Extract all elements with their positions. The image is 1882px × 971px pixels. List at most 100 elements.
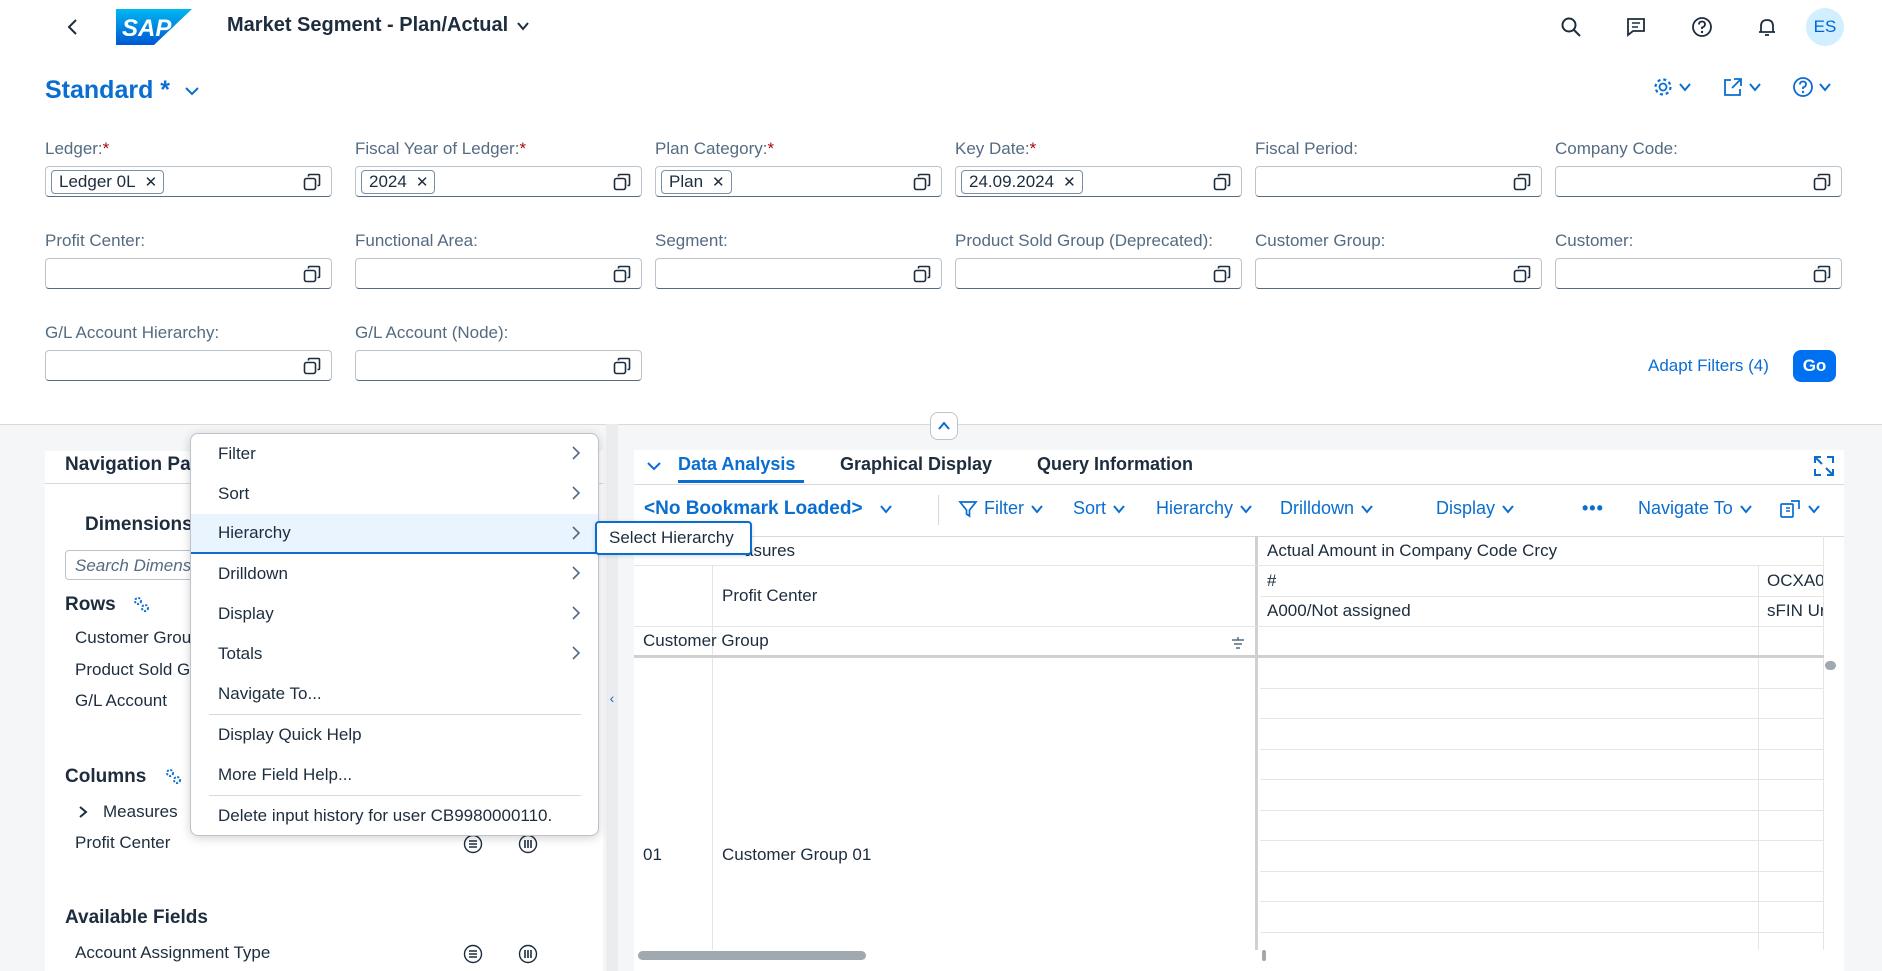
grid-line <box>634 626 1824 627</box>
sort-menu-button[interactable]: Sort <box>1073 498 1126 519</box>
chevron-down-icon[interactable] <box>646 458 662 474</box>
fiscal-period-field[interactable] <box>1255 166 1542 197</box>
plan-category-field[interactable]: Plan ✕ <box>655 166 942 197</box>
avatar[interactable]: ES <box>1806 8 1844 46</box>
row-item[interactable]: Product Sold G <box>75 660 190 680</box>
available-field-item[interactable]: Account Assignment Type <box>75 943 270 963</box>
fiscal-year-field[interactable]: 2024 ✕ <box>355 166 642 197</box>
vertical-scrollbar[interactable] <box>1825 661 1836 670</box>
gears-icon[interactable] <box>131 594 151 614</box>
adapt-filters-link[interactable]: Adapt Filters (4) <box>1648 356 1769 376</box>
value-help-icon[interactable] <box>1813 265 1831 283</box>
customer-group-header[interactable]: Customer Group <box>643 631 769 651</box>
menu-item-totals[interactable]: Totals <box>191 634 598 674</box>
column-header[interactable]: Actual Amount in Company Code Crcy <box>1267 541 1557 561</box>
gl-account-hierarchy-field[interactable] <box>45 350 332 381</box>
menu-item-filter[interactable]: Filter <box>191 434 598 474</box>
value-help-icon[interactable] <box>613 265 631 283</box>
menu-item-drilldown[interactable]: Drilldown <box>191 554 598 594</box>
segment-field[interactable] <box>655 258 942 289</box>
value-help-icon[interactable] <box>913 265 931 283</box>
tab-graphical-display[interactable]: Graphical Display <box>840 454 992 475</box>
key-date-label: Key Date:* <box>955 139 1037 158</box>
value-help-icon[interactable] <box>613 173 631 191</box>
fullscreen-icon[interactable] <box>1813 455 1835 477</box>
value-help-icon[interactable] <box>613 357 631 375</box>
row-item[interactable]: Customer Grou <box>75 628 191 648</box>
gl-account-node-field[interactable] <box>355 350 642 381</box>
product-sold-group-field[interactable] <box>955 258 1242 289</box>
value-help-icon[interactable] <box>1213 265 1231 283</box>
columns-icon[interactable] <box>518 944 538 964</box>
key-date-field[interactable]: 24.09.2024 ✕ <box>955 166 1242 197</box>
go-button[interactable]: Go <box>1793 350 1836 382</box>
token-remove-icon[interactable]: ✕ <box>712 173 725 191</box>
menu-item-display-quick-help[interactable]: Display Quick Help <box>191 715 598 755</box>
menu-item-delete-input-history[interactable]: Delete input history for user CB99800001… <box>191 796 598 836</box>
tab-data-analysis[interactable]: Data Analysis <box>678 454 795 475</box>
value-help-icon[interactable] <box>1813 173 1831 191</box>
menu-item-navigate-to[interactable]: Navigate To... <box>191 674 598 714</box>
horizontal-scrollbar[interactable] <box>638 951 866 960</box>
value-help-icon[interactable] <box>1513 265 1531 283</box>
company-code-field[interactable] <box>1555 166 1842 197</box>
panel-splitter[interactable]: ‹ <box>606 424 618 971</box>
value-help-icon[interactable] <box>303 265 321 283</box>
display-menu-button[interactable]: Display <box>1436 498 1515 519</box>
menu-item-more-field-help[interactable]: More Field Help... <box>191 755 598 795</box>
toolbar-separator <box>938 495 939 525</box>
chevron-right-icon[interactable] <box>77 805 89 819</box>
export-menu-button[interactable] <box>1779 498 1821 520</box>
column-item-measures[interactable]: Measures <box>103 802 178 822</box>
horizontal-scrollbar[interactable] <box>1262 950 1266 961</box>
dimension-search-input[interactable]: Search Dimens <box>65 550 205 580</box>
filter-menu-button[interactable]: Filter <box>958 498 1044 519</box>
menu-item-sort[interactable]: Sort <box>191 474 598 514</box>
sort-icon[interactable] <box>1230 636 1246 650</box>
grid-line <box>1758 565 1759 950</box>
token-remove-icon[interactable]: ✕ <box>145 173 158 191</box>
menu-item-hierarchy[interactable]: Hierarchy <box>191 514 598 554</box>
share-menu-button[interactable] <box>1722 76 1762 98</box>
bookmark-selector[interactable]: <No Bookmark Loaded> <box>644 498 893 520</box>
column-item-profit-center[interactable]: Profit Center <box>75 833 170 853</box>
ledger-field[interactable]: Ledger 0L ✕ <box>45 166 332 197</box>
dimensions-tab[interactable]: Dimensions <box>85 514 193 536</box>
back-button[interactable] <box>55 9 91 45</box>
token-remove-icon[interactable]: ✕ <box>1063 173 1076 191</box>
profit-center-field[interactable] <box>45 258 332 289</box>
feedback-button[interactable] <box>1618 9 1654 45</box>
customer-field[interactable] <box>1555 258 1842 289</box>
value-help-icon[interactable] <box>303 173 321 191</box>
available-fields-label: Available Fields <box>65 907 208 928</box>
collapse-header-button[interactable] <box>930 412 958 440</box>
profit-center-header[interactable]: Profit Center <box>722 586 817 606</box>
more-button[interactable]: ••• <box>1582 498 1604 519</box>
token-remove-icon[interactable]: ✕ <box>416 173 429 191</box>
row-item[interactable]: G/L Account <box>75 691 167 711</box>
list-icon[interactable] <box>463 944 483 964</box>
search-button[interactable] <box>1553 9 1589 45</box>
columns-icon[interactable] <box>518 834 538 854</box>
menu-item-display[interactable]: Display <box>191 594 598 634</box>
value-help-icon[interactable] <box>913 173 931 191</box>
navigate-to-menu-button[interactable]: Navigate To <box>1638 498 1753 519</box>
tab-query-information[interactable]: Query Information <box>1037 454 1193 475</box>
gears-icon[interactable] <box>163 766 183 786</box>
variant-selector[interactable]: Standard * <box>45 76 200 105</box>
grid-line <box>1260 840 1824 841</box>
submenu-item-select-hierarchy[interactable]: Select Hierarchy <box>595 521 752 555</box>
hierarchy-menu-button[interactable]: Hierarchy <box>1156 498 1253 519</box>
value-help-icon[interactable] <box>303 357 321 375</box>
help-button[interactable] <box>1684 9 1720 45</box>
value-help-icon[interactable] <box>1513 173 1531 191</box>
help-menu-button[interactable] <box>1792 76 1832 98</box>
functional-area-field[interactable] <box>355 258 642 289</box>
settings-menu-button[interactable] <box>1652 76 1692 98</box>
notifications-button[interactable] <box>1749 9 1785 45</box>
list-icon[interactable] <box>463 834 483 854</box>
app-title-menu[interactable]: Market Segment - Plan/Actual <box>227 14 530 37</box>
customer-group-field[interactable] <box>1255 258 1542 289</box>
value-help-icon[interactable] <box>1213 173 1231 191</box>
drilldown-menu-button[interactable]: Drilldown <box>1280 498 1374 519</box>
